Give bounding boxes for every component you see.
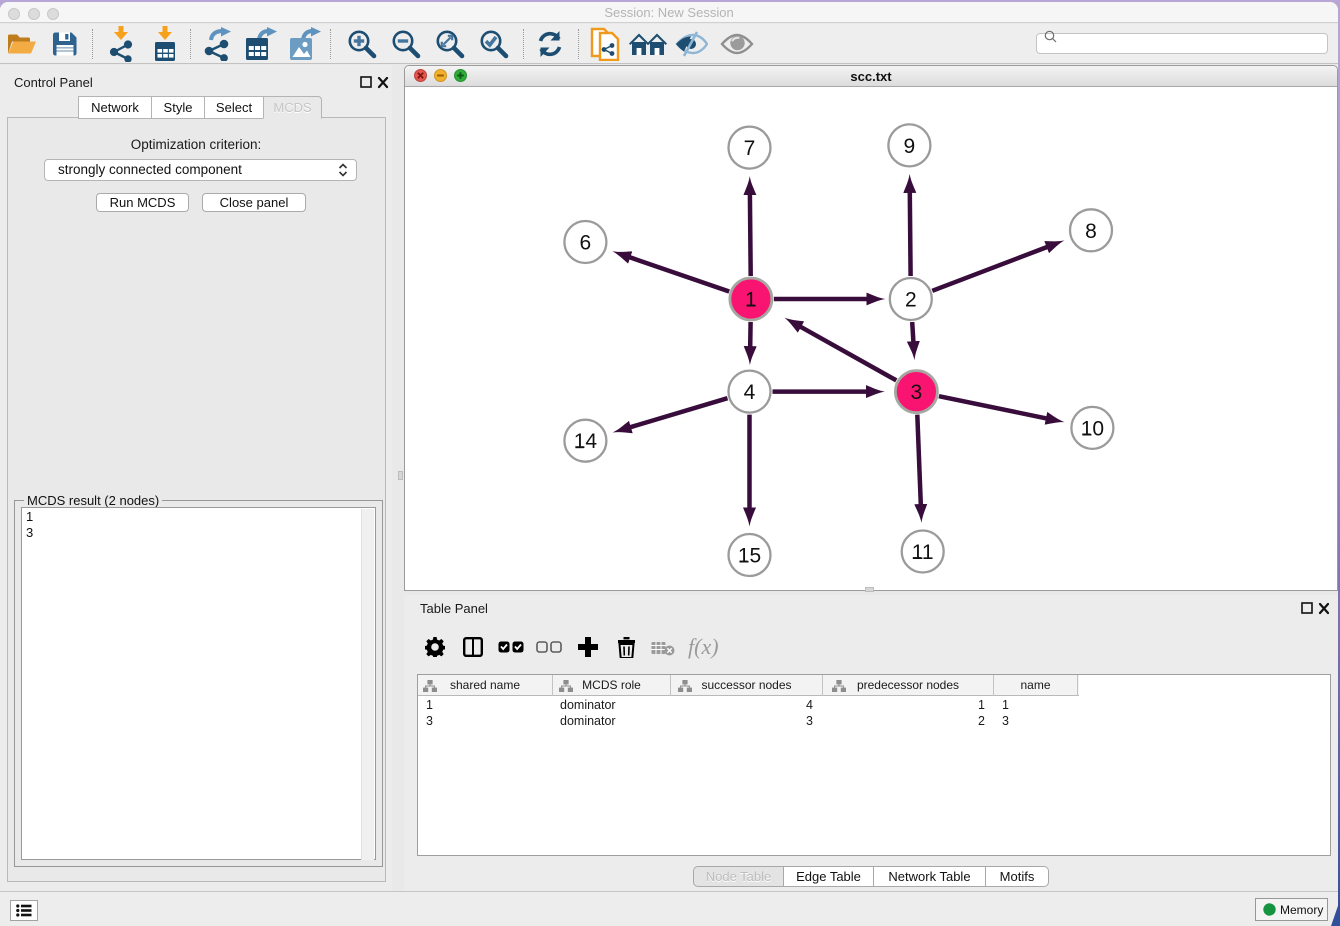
svg-text:14: 14 [574, 430, 598, 453]
svg-text:6: 6 [580, 232, 592, 255]
svg-text:9: 9 [904, 135, 916, 158]
svg-text:4: 4 [744, 381, 756, 404]
svg-text:7: 7 [744, 137, 756, 160]
svg-text:11: 11 [912, 541, 934, 564]
svg-text:3: 3 [911, 381, 923, 404]
svg-text:8: 8 [1085, 220, 1097, 243]
svg-text:10: 10 [1081, 417, 1104, 440]
svg-text:1: 1 [745, 289, 757, 312]
svg-text:15: 15 [738, 545, 761, 568]
svg-text:2: 2 [905, 289, 917, 312]
